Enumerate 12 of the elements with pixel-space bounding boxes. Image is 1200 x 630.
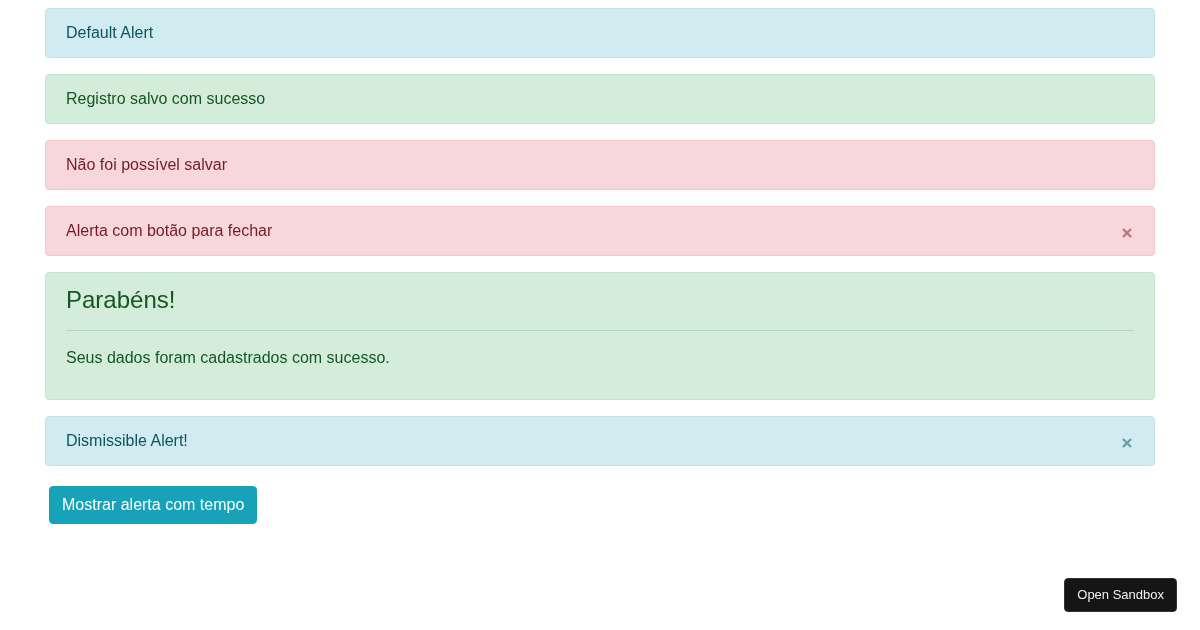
- close-icon: [1122, 228, 1132, 238]
- close-icon: [1122, 438, 1132, 448]
- alert-message: Registro salvo com sucesso: [66, 89, 266, 109]
- close-button[interactable]: [1122, 438, 1132, 448]
- alert-message: Dismissible Alert!: [66, 431, 188, 451]
- open-sandbox-button[interactable]: Open Sandbox: [1064, 578, 1177, 612]
- alert-message: Seus dados foram cadastrados com sucesso.: [66, 348, 391, 368]
- close-button[interactable]: [1122, 228, 1132, 238]
- alert-message: Default Alert: [66, 23, 154, 43]
- alert-heading: Parabéns!: [66, 285, 177, 314]
- alert-message: Alerta com botão para fechar: [66, 221, 273, 241]
- alert-message: Não foi possível salvar: [66, 155, 227, 175]
